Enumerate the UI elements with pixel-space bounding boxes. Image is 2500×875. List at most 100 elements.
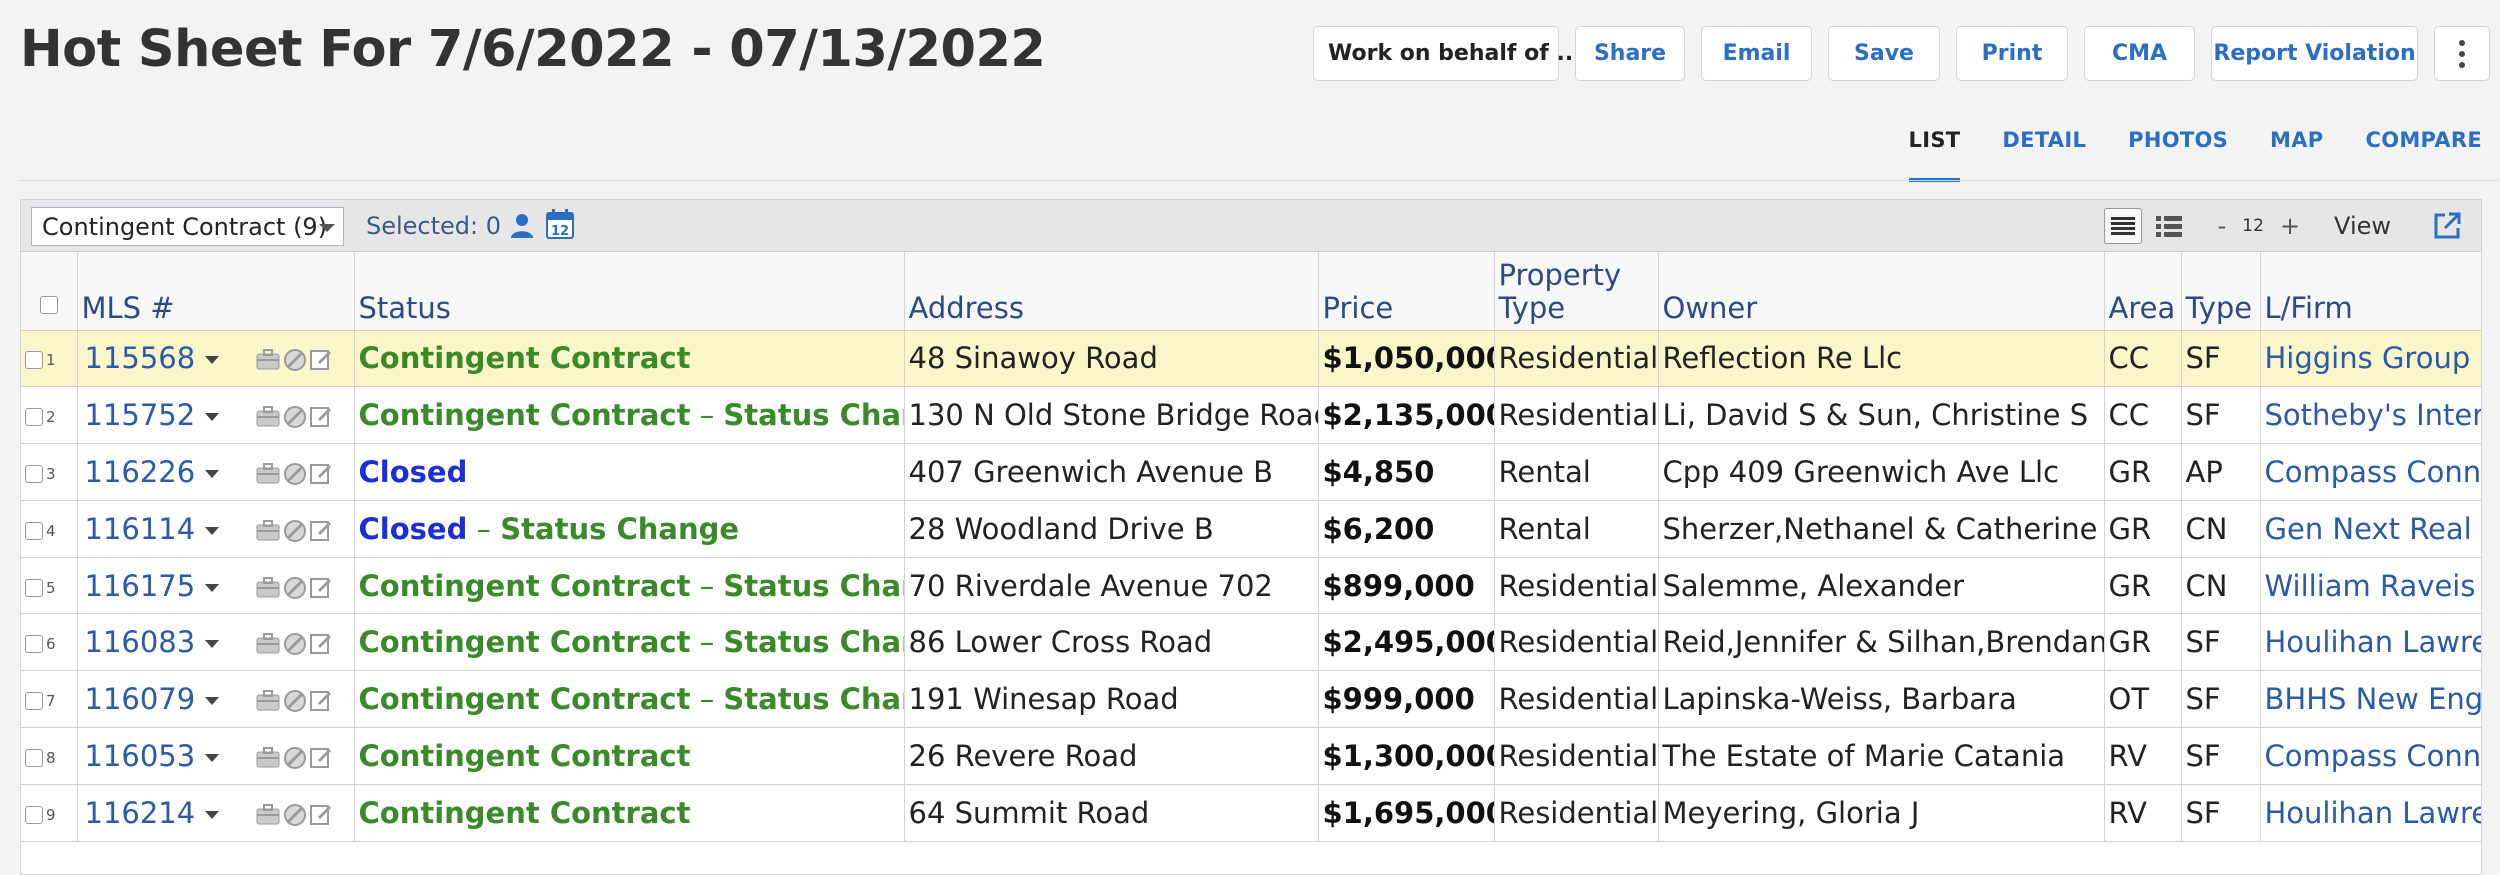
chevron-down-icon[interactable] (205, 697, 220, 706)
table-row[interactable]: 1 115568 Contingent Contract 48 Sinawoy … (21, 330, 2481, 388)
chevron-down-icon[interactable] (205, 640, 220, 649)
edit-note-icon[interactable] (310, 803, 332, 825)
prohibit-icon[interactable] (283, 746, 307, 770)
select-all-checkbox[interactable] (39, 296, 58, 315)
cma-button[interactable]: CMA (2084, 26, 2195, 81)
table-row[interactable]: 8 116053 Contingent Contract 26 Revere R… (21, 727, 2481, 785)
edit-note-icon[interactable] (310, 576, 332, 598)
prohibit-icon[interactable] (283, 689, 307, 713)
row-checkbox[interactable] (25, 578, 43, 597)
firm-cell[interactable]: Compass Conne (2260, 443, 2481, 501)
firm-cell[interactable]: Higgins Group C (2260, 330, 2481, 388)
col-status[interactable]: Status (354, 252, 905, 331)
table-row[interactable]: 4 116114 Closed – Status Change 28 Woodl… (21, 500, 2481, 558)
calendar-icon[interactable]: 12 (546, 209, 574, 239)
work-on-behalf-button[interactable]: Work on behalf of ... (1313, 26, 1582, 81)
mls-number-link[interactable]: 116114 (85, 512, 196, 546)
chevron-down-icon[interactable] (205, 413, 220, 422)
mls-number-link[interactable]: 115752 (85, 398, 196, 432)
tab-map[interactable]: MAP (2270, 128, 2323, 182)
more-options-button[interactable] (2434, 26, 2490, 81)
prohibit-icon[interactable] (283, 803, 307, 827)
briefcase-icon[interactable] (256, 576, 280, 598)
mls-number-link[interactable]: 116175 (85, 569, 196, 603)
chevron-down-icon[interactable] (205, 810, 220, 819)
chevron-down-icon[interactable] (205, 356, 220, 365)
firm-cell[interactable]: William Raveis R (2260, 557, 2481, 615)
table-row[interactable]: 5 116175 Contingent Contract – Status Ch… (21, 557, 2481, 615)
row-checkbox[interactable] (25, 748, 43, 767)
email-button[interactable]: Email (1701, 26, 1812, 81)
table-row[interactable]: 2 115752 Contingent Contract – Status Ch… (21, 386, 2481, 445)
tab-detail[interactable]: DETAIL (2002, 128, 2086, 182)
external-link-icon[interactable] (2431, 210, 2463, 242)
prohibit-icon[interactable] (283, 576, 307, 600)
firm-cell[interactable]: BHHS New Engla (2260, 670, 2481, 729)
col-mls[interactable]: MLS # (77, 252, 355, 331)
briefcase-icon[interactable] (256, 405, 280, 427)
edit-note-icon[interactable] (310, 519, 332, 541)
chevron-down-icon[interactable] (205, 469, 220, 478)
chevron-down-icon[interactable] (205, 753, 220, 762)
table-row[interactable]: 9 116214 Contingent Contract 64 Summit R… (21, 784, 2481, 842)
briefcase-icon[interactable] (256, 462, 280, 484)
edit-note-icon[interactable] (310, 689, 332, 712)
mls-number-link[interactable]: 115568 (85, 341, 196, 375)
row-checkbox[interactable] (25, 464, 43, 483)
chevron-down-icon[interactable] (205, 526, 220, 535)
save-button[interactable]: Save (1828, 26, 1940, 81)
col-type[interactable]: Type (2181, 252, 2261, 331)
briefcase-icon[interactable] (256, 632, 280, 654)
prohibit-icon[interactable] (283, 462, 307, 486)
edit-note-icon[interactable] (310, 462, 332, 484)
prohibit-icon[interactable] (283, 405, 307, 429)
firm-cell[interactable]: Compass Conne (2260, 727, 2481, 785)
mls-number-link[interactable]: 116053 (85, 739, 196, 773)
firm-cell[interactable]: Sotheby's Intern (2260, 386, 2481, 445)
col-owner[interactable]: Owner (1658, 252, 2105, 331)
mls-number-link[interactable]: 116083 (85, 625, 196, 659)
col-firm[interactable]: L/Firm (2260, 252, 2481, 331)
firm-cell[interactable]: Houlihan Lawrer (2260, 784, 2481, 842)
tab-list[interactable]: LIST (1908, 128, 1961, 182)
prohibit-icon[interactable] (283, 348, 307, 372)
table-row[interactable]: 6 116083 Contingent Contract – Status Ch… (21, 613, 2481, 672)
mls-number-link[interactable]: 116214 (85, 796, 196, 830)
firm-cell[interactable]: Gen Next Real E (2260, 500, 2481, 558)
edit-note-icon[interactable] (310, 348, 332, 371)
row-checkbox[interactable] (25, 408, 43, 427)
row-checkbox[interactable] (25, 351, 43, 370)
briefcase-icon[interactable] (256, 746, 280, 768)
status-filter-select[interactable]: Contingent Contract (9) (31, 207, 344, 246)
col-price[interactable]: Price (1318, 252, 1495, 331)
share-button[interactable]: Share (1575, 26, 1685, 81)
person-icon[interactable] (509, 212, 535, 238)
tab-compare[interactable]: COMPARE (2366, 128, 2483, 182)
briefcase-icon[interactable] (256, 348, 280, 370)
table-row[interactable]: 3 116226 Closed 407 Greenwich Avenue B $… (21, 443, 2481, 501)
tab-photos[interactable]: PHOTOS (2128, 128, 2228, 182)
print-button[interactable]: Print (1956, 26, 2068, 81)
prohibit-icon[interactable] (283, 632, 307, 656)
edit-note-icon[interactable] (310, 405, 332, 428)
report-violation-button[interactable]: Report Violation (2211, 26, 2418, 81)
row-checkbox[interactable] (25, 692, 43, 711)
list-view-button[interactable] (2103, 208, 2142, 244)
mls-number-link[interactable]: 116226 (85, 455, 196, 489)
prohibit-icon[interactable] (283, 519, 307, 543)
detail-list-view-button[interactable] (2152, 208, 2186, 244)
briefcase-icon[interactable] (256, 689, 280, 711)
row-checkbox[interactable] (25, 805, 43, 824)
row-checkbox[interactable] (25, 635, 43, 654)
briefcase-icon[interactable] (256, 519, 280, 541)
col-address[interactable]: Address (904, 252, 1319, 331)
col-area[interactable]: Area (2104, 252, 2182, 331)
zoom-out-button[interactable]: - (2212, 212, 2233, 240)
mls-number-link[interactable]: 116079 (85, 682, 196, 716)
row-checkbox[interactable] (25, 521, 43, 540)
view-menu[interactable]: View (2334, 212, 2391, 240)
table-row[interactable]: 7 116079 Contingent Contract – Status Ch… (21, 670, 2481, 729)
zoom-in-button[interactable]: + (2274, 212, 2306, 240)
firm-cell[interactable]: Houlihan Lawrer (2260, 613, 2481, 672)
col-property-type[interactable]: Property Type (1494, 252, 1659, 331)
